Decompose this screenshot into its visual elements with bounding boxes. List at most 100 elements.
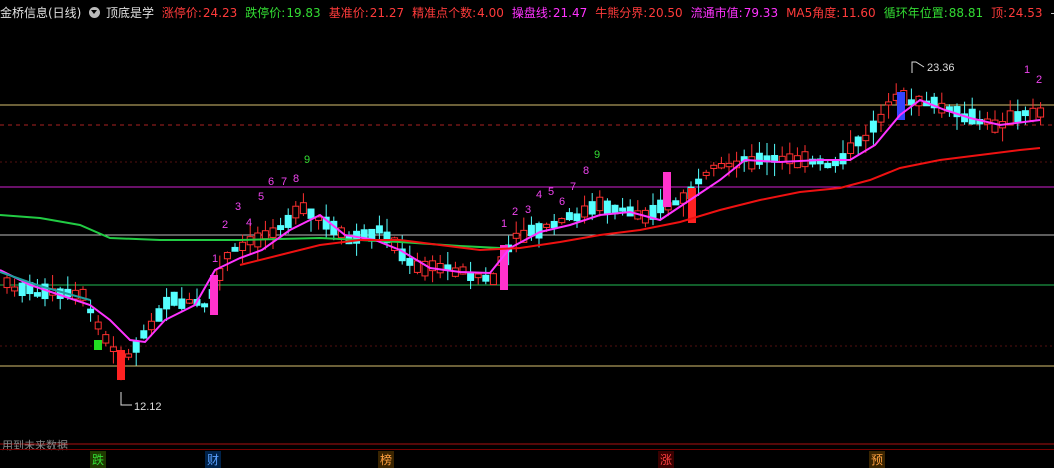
- header-item-label: MA5角度:: [786, 6, 840, 20]
- header-item-value: 20.50: [648, 6, 682, 20]
- candle: [574, 207, 580, 227]
- sequence-label: 7: [281, 176, 287, 188]
- candle: [164, 288, 170, 321]
- header-item-value: 4.00: [477, 6, 504, 20]
- candle: [749, 144, 755, 172]
- header-item-value: 21.47: [553, 6, 587, 20]
- ma-fast-line: [0, 100, 1040, 342]
- header-item-label: 涨停价:: [162, 6, 202, 20]
- candle: [4, 274, 10, 293]
- header-item-value: 24.23: [203, 6, 237, 20]
- header-item: —0809:21: [1051, 6, 1054, 20]
- candle: [658, 189, 664, 221]
- candle: [179, 287, 185, 310]
- moving-averages: [0, 100, 1040, 342]
- candle: [437, 255, 443, 278]
- low-pointer: [121, 392, 132, 405]
- signal-candle: [210, 275, 218, 315]
- candle: [848, 130, 854, 161]
- candle: [19, 282, 25, 302]
- candle: [171, 292, 177, 307]
- candle: [787, 143, 793, 175]
- candle: [870, 111, 876, 145]
- candle: [916, 95, 922, 116]
- candle: [452, 262, 458, 278]
- candle: [361, 224, 367, 238]
- indicator-name[interactable]: 顶底是学: [106, 6, 154, 20]
- candle: [202, 303, 208, 313]
- candle: [141, 325, 147, 340]
- candle: [878, 104, 884, 132]
- header-item: 顶:24.53: [991, 6, 1046, 20]
- indicator-header: 金桥信息(日线) 顶底是学 涨停价:24.23跌停价:19.83基准价:21.2…: [0, 0, 1054, 26]
- candle: [475, 272, 481, 285]
- candle: [551, 214, 557, 235]
- candle: [103, 331, 109, 346]
- candle: [612, 204, 618, 219]
- candles: [4, 83, 1044, 380]
- sequence-label: 6: [268, 176, 274, 188]
- circle-dropdown-icon[interactable]: [89, 7, 100, 18]
- header-item-value: 88.81: [949, 6, 983, 20]
- candle: [756, 142, 762, 169]
- sequence-label: 5: [258, 191, 264, 203]
- header-item-label: 循环年位置:: [884, 6, 948, 20]
- sequence-label: 1: [1024, 64, 1030, 76]
- sequence-label: 6: [559, 196, 565, 208]
- sequence-label: 1: [501, 218, 507, 230]
- sequence-label: 9: [304, 154, 310, 166]
- candle: [232, 243, 238, 251]
- header-item: 循环年位置:88.81: [884, 6, 987, 20]
- candle: [95, 315, 101, 335]
- sequence-label: 4: [246, 217, 252, 229]
- candle: [422, 257, 428, 281]
- candle: [635, 200, 641, 220]
- sequence-label: 4: [536, 189, 542, 201]
- candle: [673, 197, 679, 204]
- candle: [224, 251, 230, 271]
- candle: [414, 253, 420, 275]
- signal-candle: [117, 350, 125, 380]
- candle: [931, 93, 937, 114]
- candle: [445, 252, 451, 280]
- candle: [255, 227, 261, 261]
- candle: [886, 93, 892, 119]
- high-label: 23.36: [927, 62, 955, 74]
- sequence-label: 7: [570, 181, 576, 193]
- header-item-value: 21.27: [370, 6, 404, 20]
- candle: [156, 305, 162, 322]
- header-item: 流通市值:79.33: [691, 6, 782, 20]
- sequence-label: 1: [212, 253, 218, 265]
- candle: [293, 201, 299, 224]
- candle: [954, 103, 960, 130]
- signal-fall: 跌: [90, 451, 106, 468]
- sequence-label: 2: [512, 206, 518, 218]
- signal-row: 跌 财 榜 涨 预: [0, 449, 1054, 468]
- header-item-label: —0809:: [1051, 6, 1054, 20]
- candle: [566, 208, 572, 221]
- candle: [376, 216, 382, 240]
- header-item: MA5角度:11.60: [786, 6, 880, 20]
- sequence-label: 8: [583, 165, 589, 177]
- candle: [12, 279, 18, 297]
- header-item: 跌停价:19.83: [245, 6, 324, 20]
- stock-title: 金桥信息(日线): [0, 6, 81, 20]
- candle: [27, 275, 33, 301]
- header-item-value: 24.53: [1008, 6, 1042, 20]
- candle: [992, 110, 998, 133]
- candle: [126, 349, 132, 360]
- header-item-label: 流通市值:: [691, 6, 743, 20]
- header-item-label: 牛熊分界:: [595, 6, 647, 20]
- candle: [650, 193, 656, 225]
- candle: [817, 155, 823, 170]
- signal-rank: 榜: [378, 451, 394, 468]
- header-item-label: 跌停价:: [245, 6, 285, 20]
- candle: [711, 162, 717, 176]
- candle: [908, 89, 914, 116]
- header-item-label: 顶:: [991, 6, 1007, 20]
- sequence-label: 9: [594, 149, 600, 161]
- candle: [764, 143, 770, 175]
- candle: [969, 98, 975, 125]
- candle: [186, 293, 192, 304]
- candle: [483, 267, 489, 284]
